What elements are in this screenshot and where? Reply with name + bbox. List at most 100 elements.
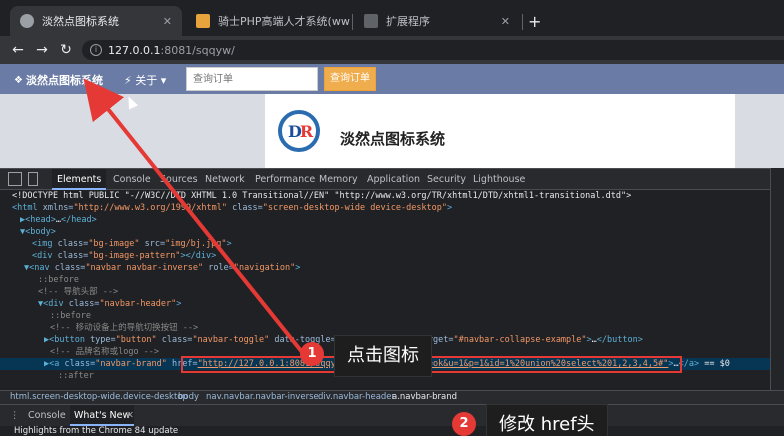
breadcrumb-item[interactable]: html.screen-desktop-wide.device-desktop bbox=[10, 391, 188, 404]
navbar-brand[interactable]: ❖ 淡然点图标系统 bbox=[14, 72, 103, 88]
code-token: "navbar-toggle" bbox=[192, 335, 275, 345]
dom-node-line[interactable]: ▼<nav class="navbar navbar-inverse" role… bbox=[0, 262, 770, 274]
code-token: src= bbox=[144, 239, 166, 249]
drawer-tab-bar: ⋮ Console What's New ✕ bbox=[0, 404, 784, 426]
close-icon[interactable]: ✕ bbox=[122, 405, 138, 426]
close-icon[interactable]: ✕ bbox=[155, 15, 172, 28]
code-token: class= bbox=[232, 203, 263, 213]
code-token: ></div> bbox=[180, 251, 217, 261]
browser-tab-strip: 淡然点图标系统 ✕ 骑士PHP高端人才系统(www.74c ✕ 扩展程序 ✕ + bbox=[0, 0, 784, 36]
code-token: == $0 bbox=[699, 359, 730, 369]
code-token: > bbox=[226, 239, 232, 249]
site-navbar: ❖ 淡然点图标系统 ⚡ 关于 ▾ 查询订单 bbox=[0, 64, 784, 94]
reload-icon[interactable]: ↻ bbox=[56, 40, 76, 60]
dom-node-line[interactable]: <!DOCTYPE html PUBLIC "-//W3C//DTD XHTML… bbox=[0, 190, 770, 202]
code-token: </head> bbox=[60, 215, 97, 225]
breadcrumb-item[interactable]: div.navbar-header bbox=[318, 391, 395, 404]
site-favicon-icon bbox=[196, 14, 210, 28]
browser-tab-1[interactable]: 淡然点图标系统 ✕ bbox=[10, 6, 182, 36]
cubes-icon: ❖ bbox=[14, 74, 23, 86]
devtools-tab-application[interactable]: Application bbox=[362, 169, 425, 190]
dom-node-line[interactable]: ::before bbox=[0, 310, 770, 322]
breadcrumb-item[interactable]: a.navbar-brand bbox=[392, 391, 457, 404]
code-token: > bbox=[176, 299, 182, 309]
browser-tab-2[interactable]: 骑士PHP高端人才系统(www.74c ✕ bbox=[186, 6, 350, 36]
code-token: ::before bbox=[50, 311, 91, 321]
kebab-menu-icon[interactable]: ⋮ bbox=[6, 405, 24, 426]
code-token: > bbox=[447, 203, 453, 213]
inspect-icon[interactable] bbox=[8, 172, 22, 186]
url-path: :8081/sqqyw/ bbox=[160, 43, 235, 57]
step-2-badge: 2 bbox=[452, 412, 476, 436]
dom-node-line[interactable]: ▶<head>…</head> bbox=[0, 214, 770, 226]
order-search-input[interactable] bbox=[186, 67, 318, 91]
browser-tab-3[interactable]: 扩展程序 ✕ bbox=[354, 6, 520, 36]
tab-title: 骑士PHP高端人才系统(www.74c bbox=[218, 15, 350, 28]
code-token: "http://www.w3.org/1999/xhtml" bbox=[73, 203, 233, 213]
new-tab-icon[interactable]: + bbox=[528, 12, 541, 31]
code-token: "bg-image-pattern" bbox=[88, 251, 181, 261]
code-token: <!DOCTYPE html PUBLIC "-//W3C//DTD XHTML… bbox=[12, 191, 632, 201]
site-title: 淡然点图标系统 bbox=[340, 130, 446, 148]
dom-node-line[interactable]: ::before bbox=[0, 274, 770, 286]
dom-node-line[interactable]: <!-- 导航头部 --> bbox=[0, 286, 770, 298]
breadcrumb-item[interactable]: body bbox=[178, 391, 199, 404]
browser-toolbar: ← → ↻ i 127.0.0.1 :8081/sqqyw/ bbox=[0, 36, 784, 64]
page-background bbox=[735, 94, 784, 168]
code-token: "img/bj.jpg" bbox=[165, 239, 227, 249]
code-token: ▼<body> bbox=[20, 227, 56, 237]
devtools-tab-performance[interactable]: Performance bbox=[250, 169, 320, 190]
code-token: ::after bbox=[58, 371, 94, 381]
web-page: ❖ 淡然点图标系统 ⚡ 关于 ▾ 查询订单 DR 淡然点图标系统 bbox=[0, 64, 784, 168]
code-token: <!-- 品牌名称或logo --> bbox=[50, 347, 160, 357]
devtools-tab-elements[interactable]: Elements bbox=[52, 169, 107, 190]
code-token: "button" bbox=[115, 335, 162, 345]
devtools-tab-memory[interactable]: Memory bbox=[314, 169, 363, 190]
close-icon[interactable]: ✕ bbox=[493, 15, 510, 28]
tab-divider bbox=[522, 14, 523, 30]
dom-node-line[interactable]: <html xmlns="http://www.w3.org/1999/xhtm… bbox=[0, 202, 770, 214]
code-token: ▼<nav bbox=[24, 263, 55, 273]
code-token: ▼<div bbox=[38, 299, 69, 309]
tab-divider bbox=[352, 14, 353, 30]
code-token: class= bbox=[64, 359, 96, 369]
devtools-tab-lighthouse[interactable]: Lighthouse bbox=[468, 169, 530, 190]
code-token: ▶<a bbox=[44, 359, 65, 369]
drawer-tab-console[interactable]: Console bbox=[24, 405, 70, 426]
devtools-tab-console[interactable]: Console bbox=[108, 169, 156, 190]
site-logo: DR bbox=[278, 110, 320, 152]
address-bar[interactable]: i 127.0.0.1 :8081/sqqyw/ bbox=[82, 40, 784, 60]
code-token: "#navbar-collapse-example" bbox=[453, 335, 587, 345]
about-dropdown[interactable]: ⚡ 关于 ▾ bbox=[124, 72, 166, 88]
dom-node-line[interactable]: ▼<body> bbox=[0, 226, 770, 238]
code-token: "navbar-brand" bbox=[95, 359, 172, 369]
dom-node-line[interactable]: ▼<div class="navbar-header"> bbox=[0, 298, 770, 310]
order-search-button[interactable]: 查询订单 bbox=[324, 67, 376, 91]
back-icon[interactable]: ← bbox=[8, 40, 28, 60]
step-1-badge: 1 bbox=[300, 342, 324, 366]
dom-node-line[interactable]: <img class="bg-image" src="img/bj.jpg"> bbox=[0, 238, 770, 250]
dom-node-line[interactable]: <!-- 移动设备上的导航切换按钮 --> bbox=[0, 322, 770, 334]
devtools-tab-security[interactable]: Security bbox=[422, 169, 471, 190]
dom-breadcrumb: html.screen-desktop-wide.device-desktop b… bbox=[0, 390, 784, 404]
step-2-label: 修改 href头 bbox=[486, 404, 608, 436]
code-token: ::before bbox=[38, 275, 79, 285]
code-token: class= bbox=[57, 251, 89, 261]
caret-down-icon: ▾ bbox=[160, 74, 167, 87]
code-token: class= bbox=[54, 263, 86, 273]
dom-node-line[interactable]: <div class="bg-image-pattern"></div> bbox=[0, 250, 770, 262]
code-token: <!-- 导航头部 --> bbox=[38, 287, 119, 297]
devtools-tab-sources[interactable]: Sources bbox=[155, 169, 203, 190]
code-token: xmlns= bbox=[42, 203, 74, 213]
device-toolbar-icon[interactable] bbox=[28, 172, 38, 186]
devtools-tab-network[interactable]: Network bbox=[200, 169, 250, 190]
breadcrumb-item[interactable]: nav.navbar.navbar-inverse bbox=[206, 391, 319, 404]
info-icon[interactable]: i bbox=[90, 44, 102, 56]
rss-icon: ⚡ bbox=[124, 74, 132, 87]
code-token: "navigation" bbox=[233, 263, 296, 273]
screen: 淡然点图标系统 ✕ 骑士PHP高端人才系统(www.74c ✕ 扩展程序 ✕ +… bbox=[0, 0, 784, 436]
step-1-label: 点击图标 bbox=[334, 335, 432, 377]
code-token: type= bbox=[90, 335, 116, 345]
code-token: ▶<button bbox=[44, 335, 91, 345]
forward-icon[interactable]: → bbox=[32, 40, 52, 60]
